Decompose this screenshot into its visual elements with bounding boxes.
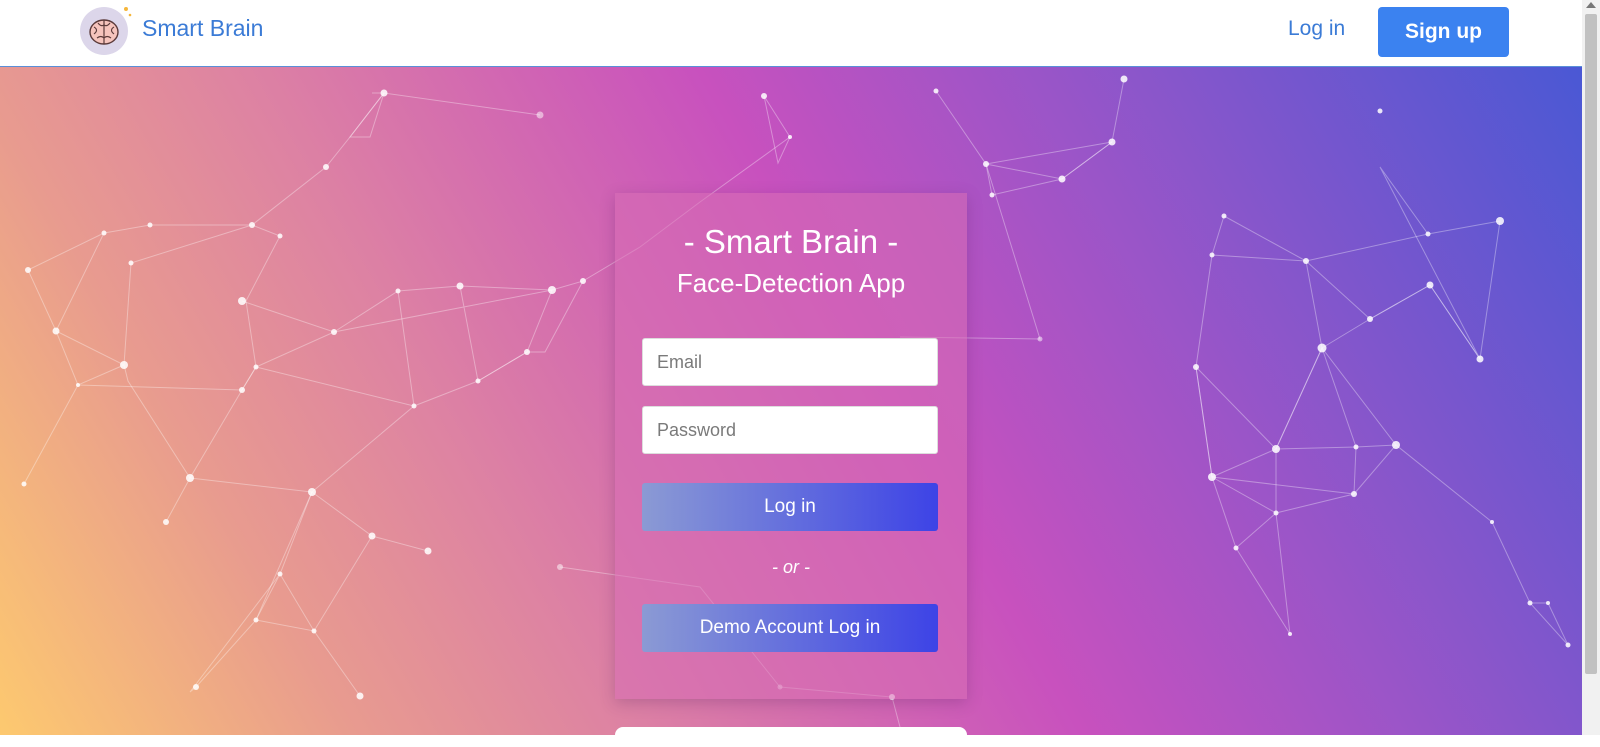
login-card: - Smart Brain - Face-Detection App Log i… (615, 193, 967, 699)
password-input[interactable] (642, 406, 938, 454)
app-title: - Smart Brain - (683, 223, 899, 260)
brain-icon (80, 7, 128, 55)
login-button[interactable]: Log in (642, 483, 938, 531)
footer-card-edge (615, 727, 967, 747)
signup-button[interactable]: Sign up (1378, 7, 1509, 57)
email-input[interactable] (642, 338, 938, 386)
or-separator: - or - (772, 557, 810, 577)
page-scrollbar[interactable] (1582, 0, 1600, 735)
app-subtitle: Face-Detection App (676, 268, 906, 298)
hero-background: - Smart Brain - Face-Detection App Log i… (0, 67, 1582, 735)
logo[interactable] (80, 7, 132, 57)
scroll-up-arrow-icon[interactable] (1586, 2, 1596, 8)
nav-login-link[interactable]: Log in (1288, 17, 1345, 41)
top-navbar: Smart Brain Log in Sign up (0, 0, 1582, 67)
brand-name[interactable]: Smart Brain (142, 15, 263, 42)
scroll-thumb[interactable] (1585, 14, 1597, 674)
demo-login-button[interactable]: Demo Account Log in (642, 604, 938, 652)
